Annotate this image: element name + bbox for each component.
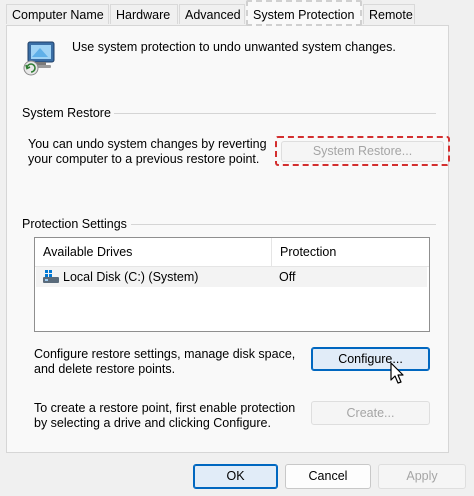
- tab-remote[interactable]: Remote: [363, 4, 415, 24]
- mouse-cursor-icon: [390, 362, 406, 386]
- protection-settings-divider: [131, 224, 436, 225]
- drives-list[interactable]: Available Drives Protection Local Disk (…: [34, 237, 430, 332]
- drive-name: Local Disk (C:) (System): [63, 270, 199, 284]
- configure-description-line2: and delete restore points.: [34, 362, 176, 376]
- column-available-drives[interactable]: Available Drives: [35, 238, 272, 266]
- tab-strip: Computer Name Hardware Advanced System P…: [0, 0, 474, 26]
- protection-settings-heading: Protection Settings: [22, 217, 127, 231]
- tab-advanced[interactable]: Advanced: [179, 4, 245, 24]
- system-protection-icon: [22, 38, 62, 78]
- tab-system-protection[interactable]: System Protection: [246, 0, 362, 26]
- system-restore-divider: [114, 113, 436, 114]
- drive-row[interactable]: Local Disk (C:) (System) Off: [36, 267, 427, 287]
- drive-protection-status: Off: [279, 270, 296, 284]
- create-description-line2: by selecting a drive and clicking Config…: [34, 416, 271, 430]
- apply-button[interactable]: Apply: [378, 464, 466, 489]
- configure-button[interactable]: Configure...: [311, 347, 430, 371]
- create-description-line1: To create a restore point, first enable …: [34, 401, 296, 415]
- system-restore-description-line1: You can undo system changes by reverting: [28, 137, 267, 151]
- system-restore-button[interactable]: System Restore...: [281, 141, 444, 162]
- drives-list-header: Available Drives Protection: [35, 238, 429, 267]
- column-protection[interactable]: Protection: [272, 238, 429, 266]
- system-restore-heading: System Restore: [22, 106, 111, 120]
- cancel-button[interactable]: Cancel: [285, 464, 371, 489]
- intro-text: Use system protection to undo unwanted s…: [72, 40, 396, 54]
- tab-computer-name[interactable]: Computer Name: [6, 4, 109, 24]
- local-disk-icon: [43, 270, 59, 284]
- create-button[interactable]: Create...: [311, 401, 430, 425]
- tab-hardware[interactable]: Hardware: [110, 4, 178, 24]
- ok-button[interactable]: OK: [193, 464, 278, 489]
- configure-description-line1: Configure restore settings, manage disk …: [34, 347, 296, 361]
- system-restore-description-line2: your computer to a previous restore poin…: [28, 152, 260, 166]
